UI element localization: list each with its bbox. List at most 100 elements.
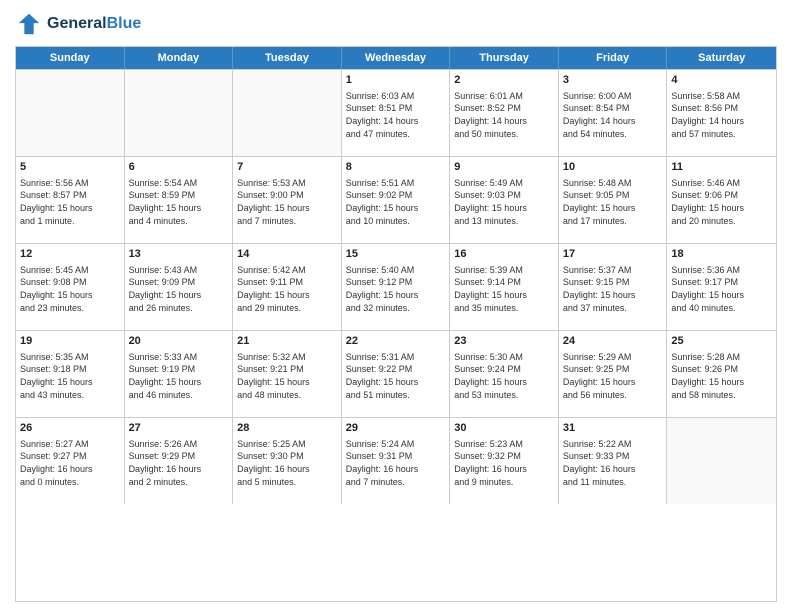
- day-info: Sunrise: 6:01 AM Sunset: 8:52 PM Dayligh…: [454, 90, 554, 140]
- day-number: 1: [346, 73, 446, 88]
- day-info: Sunrise: 5:39 AM Sunset: 9:14 PM Dayligh…: [454, 264, 554, 314]
- day-number: 6: [129, 160, 229, 175]
- calendar-cell: [16, 70, 125, 156]
- day-number: 5: [20, 160, 120, 175]
- weekday-header: Monday: [125, 47, 234, 69]
- day-info: Sunrise: 5:26 AM Sunset: 9:29 PM Dayligh…: [129, 438, 229, 488]
- calendar-cell: 12Sunrise: 5:45 AM Sunset: 9:08 PM Dayli…: [16, 244, 125, 330]
- day-number: 23: [454, 334, 554, 349]
- calendar-week-row: 5 Sunrise: 5:56 AM Sunset: 8:57 PM Daylig…: [16, 156, 776, 243]
- calendar-week-row: 12Sunrise: 5:45 AM Sunset: 9:08 PM Dayli…: [16, 243, 776, 330]
- weekday-header: Wednesday: [342, 47, 451, 69]
- weekday-header: Thursday: [450, 47, 559, 69]
- calendar-cell: 14 Sunrise: 5:42 AM Sunset: 9:11 PM Dayli…: [233, 244, 342, 330]
- day-info: Sunrise: 5:58 AM Sunset: 8:56 PM Dayligh…: [671, 90, 772, 140]
- day-info: Sunrise: 5:48 AM Sunset: 9:05 PM Dayligh…: [563, 177, 663, 227]
- calendar-cell: 22 Sunrise: 5:31 AM Sunset: 9:22 PM Dayli…: [342, 331, 451, 417]
- day-info: Sunrise: 5:51 AM Sunset: 9:02 PM Dayligh…: [346, 177, 446, 227]
- day-info: Sunrise: 5:25 AM Sunset: 9:30 PM Dayligh…: [237, 438, 337, 488]
- calendar-cell: 18 Sunrise: 5:36 AM Sunset: 9:17 PM Dayli…: [667, 244, 776, 330]
- calendar-cell: 2Sunrise: 6:01 AM Sunset: 8:52 PM Daylig…: [450, 70, 559, 156]
- day-number: 11: [671, 160, 772, 175]
- day-info: Sunrise: 5:54 AM Sunset: 8:59 PM Dayligh…: [129, 177, 229, 227]
- day-number: 26: [20, 421, 120, 436]
- day-info: Sunrise: 5:24 AM Sunset: 9:31 PM Dayligh…: [346, 438, 446, 488]
- day-info: Sunrise: 5:36 AM Sunset: 9:17 PM Dayligh…: [671, 264, 772, 314]
- logo-icon: [15, 10, 43, 38]
- calendar-cell: 28Sunrise: 5:25 AM Sunset: 9:30 PM Dayli…: [233, 418, 342, 504]
- day-number: 31: [563, 421, 663, 436]
- day-number: 21: [237, 334, 337, 349]
- day-info: Sunrise: 5:22 AM Sunset: 9:33 PM Dayligh…: [563, 438, 663, 488]
- day-number: 27: [129, 421, 229, 436]
- day-info: Sunrise: 5:53 AM Sunset: 9:00 PM Dayligh…: [237, 177, 337, 227]
- day-info: Sunrise: 5:56 AM Sunset: 8:57 PM Dayligh…: [20, 177, 120, 227]
- day-number: 9: [454, 160, 554, 175]
- day-number: 12: [20, 247, 120, 262]
- day-number: 8: [346, 160, 446, 175]
- calendar-cell: 20 Sunrise: 5:33 AM Sunset: 9:19 PM Dayli…: [125, 331, 234, 417]
- page-header: GeneralBlue: [15, 10, 777, 38]
- day-info: Sunrise: 5:29 AM Sunset: 9:25 PM Dayligh…: [563, 351, 663, 401]
- calendar-cell: 27 Sunrise: 5:26 AM Sunset: 9:29 PM Dayli…: [125, 418, 234, 504]
- day-info: Sunrise: 5:32 AM Sunset: 9:21 PM Dayligh…: [237, 351, 337, 401]
- day-number: 3: [563, 73, 663, 88]
- calendar-cell: 4Sunrise: 5:58 AM Sunset: 8:56 PM Daylig…: [667, 70, 776, 156]
- day-number: 14: [237, 247, 337, 262]
- day-number: 15: [346, 247, 446, 262]
- calendar-cell: 19 Sunrise: 5:35 AM Sunset: 9:18 PM Dayli…: [16, 331, 125, 417]
- calendar-cell: 31 Sunrise: 5:22 AM Sunset: 9:33 PM Dayli…: [559, 418, 668, 504]
- calendar-header: SundayMondayTuesdayWednesdayThursdayFrid…: [16, 47, 776, 69]
- calendar-cell: 16Sunrise: 5:39 AM Sunset: 9:14 PM Dayli…: [450, 244, 559, 330]
- day-info: Sunrise: 5:49 AM Sunset: 9:03 PM Dayligh…: [454, 177, 554, 227]
- calendar-cell: [667, 418, 776, 504]
- calendar-body: 1 Sunrise: 6:03 AM Sunset: 8:51 PM Daylig…: [16, 69, 776, 504]
- calendar-cell: 15Sunrise: 5:40 AM Sunset: 9:12 PM Dayli…: [342, 244, 451, 330]
- weekday-header: Saturday: [667, 47, 776, 69]
- day-number: 22: [346, 334, 446, 349]
- calendar-cell: [125, 70, 234, 156]
- calendar-cell: 11Sunrise: 5:46 AM Sunset: 9:06 PM Dayli…: [667, 157, 776, 243]
- calendar-cell: 1 Sunrise: 6:03 AM Sunset: 8:51 PM Daylig…: [342, 70, 451, 156]
- calendar-cell: 30 Sunrise: 5:23 AM Sunset: 9:32 PM Dayli…: [450, 418, 559, 504]
- day-number: 10: [563, 160, 663, 175]
- calendar-cell: 21 Sunrise: 5:32 AM Sunset: 9:21 PM Dayli…: [233, 331, 342, 417]
- day-info: Sunrise: 5:37 AM Sunset: 9:15 PM Dayligh…: [563, 264, 663, 314]
- calendar-cell: 29Sunrise: 5:24 AM Sunset: 9:31 PM Dayli…: [342, 418, 451, 504]
- day-number: 19: [20, 334, 120, 349]
- weekday-header: Friday: [559, 47, 668, 69]
- logo-text: GeneralBlue: [47, 14, 141, 33]
- calendar-cell: 3 Sunrise: 6:00 AM Sunset: 8:54 PM Daylig…: [559, 70, 668, 156]
- calendar-cell: 26 Sunrise: 5:27 AM Sunset: 9:27 PM Dayli…: [16, 418, 125, 504]
- day-info: Sunrise: 6:03 AM Sunset: 8:51 PM Dayligh…: [346, 90, 446, 140]
- day-number: 25: [671, 334, 772, 349]
- calendar-week-row: 1 Sunrise: 6:03 AM Sunset: 8:51 PM Daylig…: [16, 69, 776, 156]
- day-number: 17: [563, 247, 663, 262]
- day-info: Sunrise: 5:23 AM Sunset: 9:32 PM Dayligh…: [454, 438, 554, 488]
- day-info: Sunrise: 5:35 AM Sunset: 9:18 PM Dayligh…: [20, 351, 120, 401]
- calendar-cell: 25 Sunrise: 5:28 AM Sunset: 9:26 PM Dayli…: [667, 331, 776, 417]
- calendar-week-row: 19 Sunrise: 5:35 AM Sunset: 9:18 PM Dayli…: [16, 330, 776, 417]
- calendar-cell: 6 Sunrise: 5:54 AM Sunset: 8:59 PM Daylig…: [125, 157, 234, 243]
- day-number: 30: [454, 421, 554, 436]
- calendar-cell: [233, 70, 342, 156]
- calendar: SundayMondayTuesdayWednesdayThursdayFrid…: [15, 46, 777, 602]
- weekday-header: Tuesday: [233, 47, 342, 69]
- weekday-header: Sunday: [16, 47, 125, 69]
- day-number: 13: [129, 247, 229, 262]
- day-info: Sunrise: 6:00 AM Sunset: 8:54 PM Dayligh…: [563, 90, 663, 140]
- day-info: Sunrise: 5:31 AM Sunset: 9:22 PM Dayligh…: [346, 351, 446, 401]
- calendar-cell: 8 Sunrise: 5:51 AM Sunset: 9:02 PM Daylig…: [342, 157, 451, 243]
- day-info: Sunrise: 5:28 AM Sunset: 9:26 PM Dayligh…: [671, 351, 772, 401]
- day-info: Sunrise: 5:30 AM Sunset: 9:24 PM Dayligh…: [454, 351, 554, 401]
- day-number: 7: [237, 160, 337, 175]
- calendar-page: GeneralBlue SundayMondayTuesdayWednesday…: [0, 0, 792, 612]
- day-number: 24: [563, 334, 663, 349]
- calendar-cell: 7 Sunrise: 5:53 AM Sunset: 9:00 PM Daylig…: [233, 157, 342, 243]
- logo: GeneralBlue: [15, 10, 141, 38]
- day-info: Sunrise: 5:33 AM Sunset: 9:19 PM Dayligh…: [129, 351, 229, 401]
- day-number: 18: [671, 247, 772, 262]
- day-number: 20: [129, 334, 229, 349]
- day-info: Sunrise: 5:27 AM Sunset: 9:27 PM Dayligh…: [20, 438, 120, 488]
- day-info: Sunrise: 5:42 AM Sunset: 9:11 PM Dayligh…: [237, 264, 337, 314]
